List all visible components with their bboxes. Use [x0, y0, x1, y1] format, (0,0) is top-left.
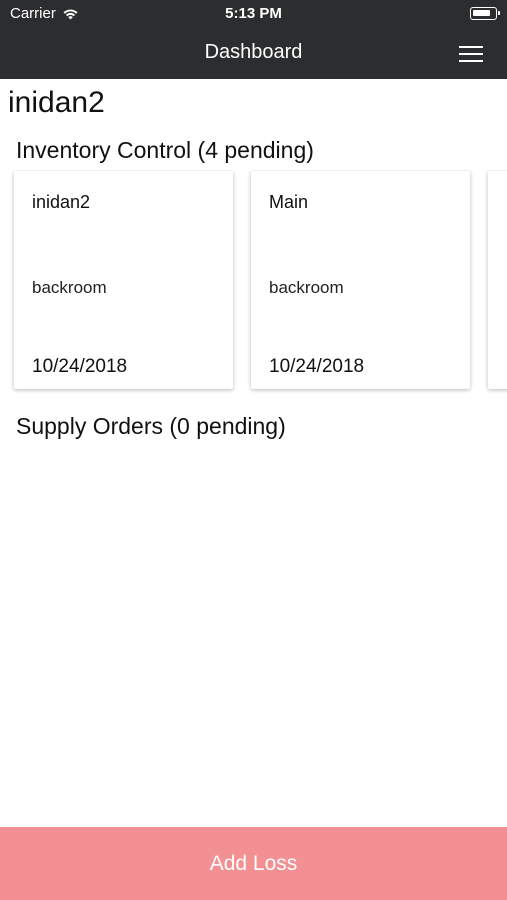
battery-icon [470, 7, 500, 20]
inventory-card[interactable]: inidan2 backroom 10/24/2018 [14, 171, 233, 389]
page-title: inidan2 [8, 86, 105, 119]
inventory-card-partial[interactable] [488, 171, 507, 389]
card-location: backroom [32, 278, 107, 297]
card-location: backroom [269, 278, 344, 297]
supply-orders-heading: Supply Orders (0 pending) [16, 413, 286, 439]
card-date: 10/24/2018 [269, 356, 365, 377]
nav-bar: Dashboard [0, 28, 507, 79]
status-time: 5:13 PM [225, 5, 282, 22]
inventory-control-heading: Inventory Control (4 pending) [16, 137, 314, 163]
card-name: Main [269, 192, 309, 212]
status-bar: Carrier 5:13 PM [0, 0, 507, 28]
add-loss-button[interactable]: Add Loss [0, 827, 507, 900]
inventory-card[interactable]: Main backroom 10/24/2018 [251, 171, 470, 389]
inventory-cards-carousel[interactable]: inidan2 backroom 10/24/2018 Main backroo… [0, 170, 507, 395]
card-name: inidan2 [32, 192, 91, 212]
hamburger-menu-icon[interactable] [459, 46, 483, 62]
nav-title: Dashboard [204, 41, 303, 63]
card-date: 10/24/2018 [32, 356, 128, 377]
